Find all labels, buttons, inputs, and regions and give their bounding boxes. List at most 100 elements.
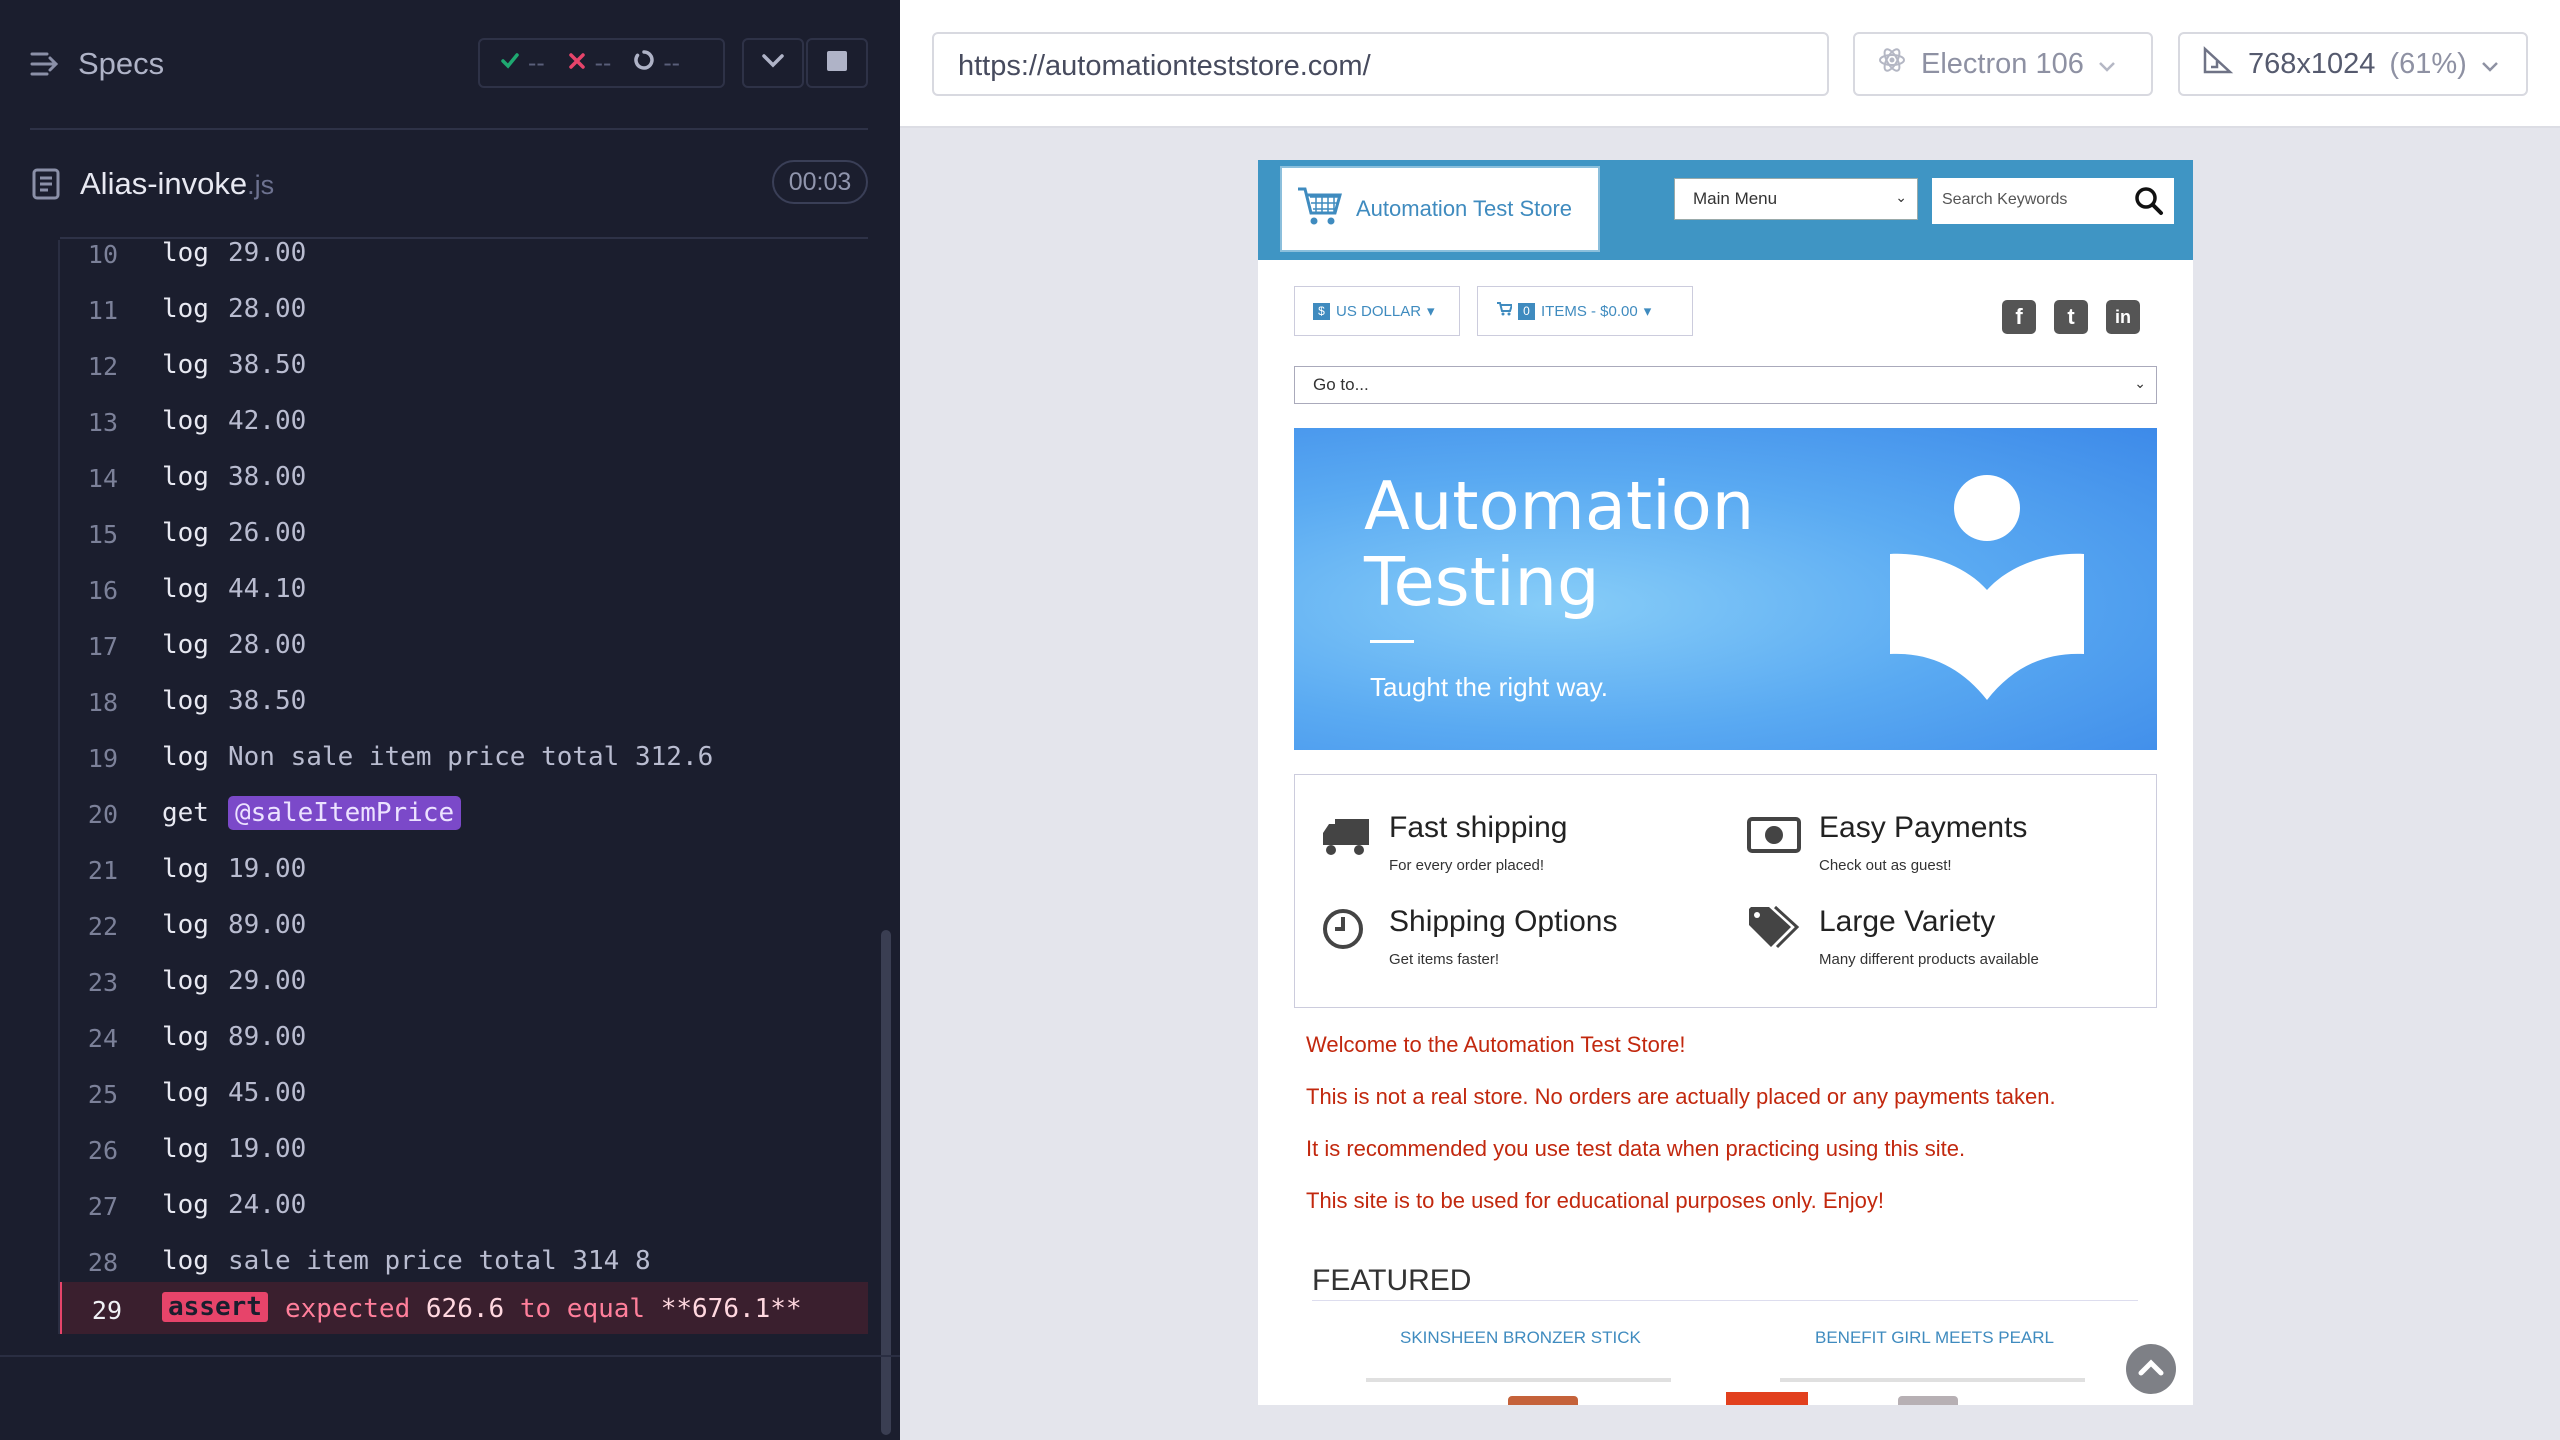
specs-label: Specs — [78, 46, 165, 81]
pending-stat: -- — [633, 49, 680, 78]
currency-label: US DOLLAR — [1336, 302, 1422, 320]
command-row[interactable]: 17 log 28.00 — [60, 618, 868, 674]
viewport-size: 768x1024 — [2248, 47, 2376, 80]
command-row[interactable]: 19 log Non sale item price total 312.6 — [60, 730, 868, 786]
command-number: 24 — [87, 1024, 118, 1053]
hero-banner[interactable]: Automation Testing Taught the right way. — [1294, 428, 2157, 750]
command-message: 89.00 — [228, 910, 307, 940]
spec-duration-badge: 00:03 — [772, 160, 868, 204]
alias-badge[interactable]: @saleItemPrice — [228, 796, 462, 830]
command-number: 25 — [87, 1080, 118, 1109]
store-logo[interactable]: Automation Test Store — [1280, 166, 1600, 252]
hero-title: Automation Testing — [1364, 468, 1754, 620]
assertion-message: expected 626.6 to equal **676.1** — [285, 1294, 802, 1324]
url-bar[interactable]: https://automationteststore.com/ — [932, 32, 1829, 96]
product-link-benefit[interactable]: BENEFIT GIRL MEETS PEARL — [1815, 1328, 2054, 1348]
failed-command-row[interactable]: 29 assert expected 626.6 to equal **676.… — [60, 1282, 868, 1334]
search-icon[interactable] — [2134, 186, 2164, 221]
product-image-skinsheen[interactable] — [1508, 1396, 1578, 1405]
cart-count-badge: 0 — [1518, 302, 1535, 320]
spec-file-row[interactable]: Alias-invoke.js 00:03 — [30, 150, 868, 218]
main-menu-select[interactable]: Main Menu ⌄ — [1674, 178, 1918, 220]
hero-title-line1: Automation — [1364, 467, 1755, 545]
feature-title: Large Variety — [1819, 905, 1996, 938]
welcome-line-2: This is not a real store. No orders are … — [1306, 1084, 2056, 1109]
spec-ext: .js — [247, 170, 275, 200]
command-row[interactable]: 11 log 28.00 — [60, 282, 868, 338]
command-row[interactable]: 12 log 38.50 — [60, 338, 868, 394]
specs-toggle-button[interactable]: Specs — [30, 46, 164, 82]
feature-fast-shipping: Fast shipping For every order placed! — [1323, 811, 1567, 874]
stop-button[interactable] — [806, 38, 868, 88]
goto-select[interactable]: Go to... ⌄ — [1294, 366, 2157, 404]
tags-icon — [1747, 905, 1801, 954]
command-message: 38.00 — [228, 462, 307, 492]
command-message: 45.00 — [228, 1078, 307, 1108]
twitter-icon[interactable]: t — [2054, 300, 2088, 334]
facebook-icon[interactable]: f — [2002, 300, 2036, 334]
search-placeholder: Search Keywords — [1942, 191, 2068, 208]
command-row[interactable]: 27 log 24.00 — [60, 1178, 868, 1234]
command-row[interactable]: 24 log 89.00 — [60, 1010, 868, 1066]
command-message: 19.00 — [228, 1134, 307, 1164]
command-name: get — [162, 798, 209, 828]
command-message: 24.00 — [228, 1190, 307, 1220]
pending-spinner-icon — [633, 49, 655, 78]
command-row[interactable]: 23 log 29.00 — [60, 954, 868, 1010]
viewport-selector[interactable]: 768x1024 (61%) — [2178, 32, 2528, 96]
command-row[interactable]: 16 log 44.10 — [60, 562, 868, 618]
product-image-top — [1780, 1378, 2085, 1382]
browser-selector[interactable]: Electron 106 — [1853, 32, 2153, 96]
currency-dropdown[interactable]: $ US DOLLAR ▾ — [1294, 286, 1460, 336]
command-row[interactable]: 26 log 19.00 — [60, 1122, 868, 1178]
command-name: log — [162, 574, 209, 604]
search-keywords-input[interactable]: Search Keywords — [1932, 178, 2174, 224]
command-number: 22 — [87, 912, 118, 941]
pending-count: -- — [663, 48, 680, 77]
product-image-benefit-box[interactable] — [1726, 1392, 1808, 1405]
header-divider — [30, 128, 868, 130]
command-row[interactable]: 18 log 38.50 — [60, 674, 868, 730]
command-log-scrollbar[interactable] — [881, 930, 891, 1435]
command-row[interactable]: 21 log 19.00 — [60, 842, 868, 898]
command-number: 12 — [87, 352, 118, 381]
command-row[interactable]: 15 log 26.00 — [60, 506, 868, 562]
command-name: log — [162, 240, 209, 268]
command-message: 38.50 — [228, 350, 307, 380]
command-message: 42.00 — [228, 406, 307, 436]
command-row[interactable]: 25 log 45.00 — [60, 1066, 868, 1122]
feature-title: Easy Payments — [1819, 811, 2028, 844]
command-number: 21 — [87, 856, 118, 885]
cypress-runner-panel: Specs -- -- -- Alias-invoke.js 00:03 10 … — [0, 0, 900, 1440]
command-row[interactable]: 14 log 38.00 — [60, 450, 868, 506]
cart-dropdown[interactable]: 0 ITEMS - $0.00 ▾ — [1477, 286, 1693, 336]
command-number: 26 — [87, 1136, 118, 1165]
cart-total: ITEMS - $0.00 — [1541, 302, 1638, 320]
linkedin-icon[interactable]: in — [2106, 300, 2140, 334]
command-name: log — [162, 1190, 209, 1220]
stop-icon — [827, 50, 847, 76]
command-name: log — [162, 742, 209, 772]
spec-divider — [60, 237, 868, 239]
back-to-top-button[interactable] — [2126, 1344, 2176, 1394]
command-row[interactable]: 20 get @saleItemPrice — [60, 786, 868, 842]
runner-header: Specs -- -- -- — [0, 0, 900, 130]
command-name: log — [162, 518, 209, 548]
command-row[interactable]: 22 log 89.00 — [60, 898, 868, 954]
feature-large-variety: Large Variety Many different products av… — [1749, 905, 2039, 968]
viewport-scale: (61%) — [2389, 47, 2467, 80]
feature-subtitle: Check out as guest! — [1819, 857, 1952, 874]
electron-icon — [1877, 45, 1907, 83]
spec-file-name: Alias-invoke.js — [80, 166, 274, 202]
product-image-benefit[interactable] — [1898, 1396, 1958, 1405]
command-number: 27 — [87, 1192, 118, 1221]
command-row[interactable]: 10 log 29.00 — [60, 240, 868, 282]
features-box: Fast shipping For every order placed! Ea… — [1294, 774, 2157, 1008]
command-number: 16 — [87, 576, 118, 605]
collapse-all-button[interactable] — [742, 38, 804, 88]
command-row[interactable]: 13 log 42.00 — [60, 394, 868, 450]
product-link-skinsheen[interactable]: SKINSHEEN BRONZER STICK — [1400, 1328, 1641, 1348]
assert-badge: assert — [162, 1292, 268, 1322]
command-log[interactable]: 10 log 29.00 11 log 28.00 12 log 38.50 13 log 42.00… — [58, 240, 868, 1334]
main-menu-label: Main Menu — [1693, 189, 1778, 208]
